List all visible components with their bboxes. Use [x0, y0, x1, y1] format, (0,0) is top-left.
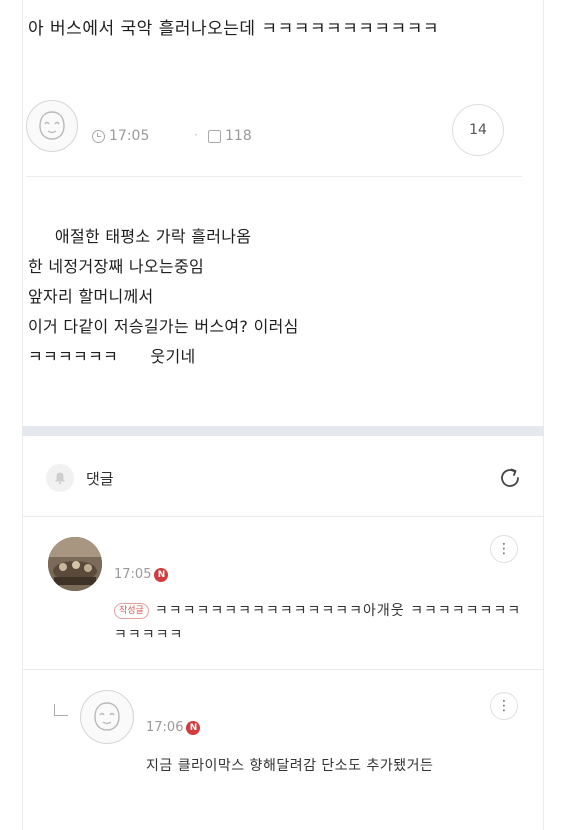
post-body-line: 이거 다같이 저승길가는 버스여? 이러심: [28, 317, 299, 336]
commenter-avatar[interactable]: [48, 537, 102, 591]
default-avatar-icon: [39, 111, 65, 140]
meta-separator: ·: [194, 128, 198, 142]
post-time-value: 17:05: [109, 128, 150, 144]
author-badge: 작성글: [114, 603, 149, 619]
refresh-icon[interactable]: [494, 462, 526, 494]
post-title: 아 버스에서 국악 흘러나오는데 ㅋㅋㅋㅋㅋㅋㅋㅋㅋㅋㅋ: [28, 19, 439, 39]
new-badge: N: [186, 720, 201, 735]
post-meta-row: 17:05 · 118 14: [26, 98, 504, 162]
post-body-line: 한 네정거장째 나오는중임: [28, 257, 204, 276]
comment-section-label: 댓글: [86, 470, 114, 488]
comment-item: 17:05 N ⋮ 작성글 ㅋㅋㅋㅋㅋㅋㅋㅋㅋㅋㅋㅋㅋㅋㅋ아개웃 ㅋㅋㅋㅋㅋㅋㅋㅋ…: [22, 517, 544, 669]
post-time: 17:05: [92, 128, 149, 144]
reply-arrow-icon: [54, 704, 68, 716]
author-avatar[interactable]: [26, 100, 78, 152]
commenter-avatar[interactable]: [80, 690, 134, 744]
views-icon: [208, 129, 221, 143]
section-separator: [22, 426, 544, 436]
post-views-value: 118: [225, 128, 252, 144]
comment-time-value: 17:05: [114, 567, 152, 582]
comment-time-value: 17:06: [146, 720, 184, 735]
post-views: 118: [208, 128, 252, 144]
comment-text: 작성글 ㅋㅋㅋㅋㅋㅋㅋㅋㅋㅋㅋㅋㅋㅋㅋ아개웃 ㅋㅋㅋㅋㅋㅋㅋㅋㅋㅋㅋㅋㅋ: [114, 599, 524, 647]
bell-icon[interactable]: [46, 464, 74, 492]
post-body-line: 애절한 태평소 가락 흘러나옴: [28, 227, 252, 246]
divider: [26, 176, 522, 177]
comment-text-value: ㅋㅋㅋㅋㅋㅋㅋㅋㅋㅋㅋㅋㅋㅋㅋ아개웃 ㅋㅋㅋㅋㅋㅋㅋㅋㅋㅋㅋㅋㅋ: [114, 603, 522, 643]
comment-text: 지금 클라이막스 향해달려감 단소도 추가됐거든: [146, 758, 434, 774]
avatar-photo: [48, 537, 102, 591]
comment-time: 17:06 N: [146, 720, 201, 735]
post-body-line: 앞자리 할머니께서: [28, 287, 154, 306]
comment-time: 17:05 N: [114, 567, 169, 582]
new-badge: N: [154, 567, 169, 582]
post-body: 애절한 태평소 가락 흘러나옴 한 네정거장째 나오는중임 앞자리 할머니께서 …: [28, 222, 498, 372]
post-body-line: ㅋㅋㅋㅋㅋㅋ 웃기네: [28, 347, 196, 366]
default-avatar-icon: [94, 702, 120, 731]
reply-item: 17:06 N ⋮ 지금 클라이막스 향해달려감 단소도 추가됐거든: [22, 670, 544, 800]
comment-count-button[interactable]: 14: [452, 104, 504, 156]
clock-icon: [92, 129, 105, 143]
more-vertical-icon[interactable]: ⋮: [490, 535, 518, 563]
more-vertical-icon[interactable]: ⋮: [490, 692, 518, 720]
comment-header: 댓글: [46, 458, 526, 498]
